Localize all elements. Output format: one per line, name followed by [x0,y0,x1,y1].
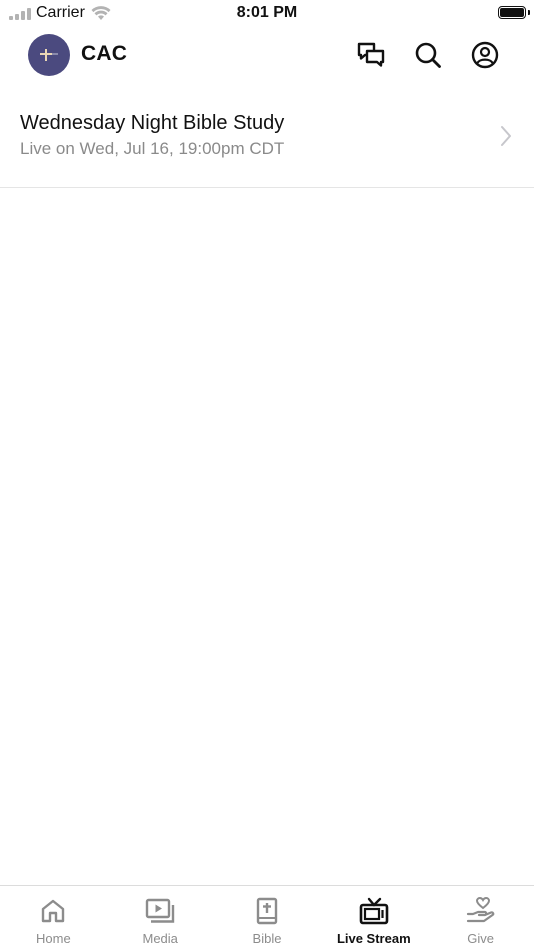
status-bar: Carrier 8:01 PM [0,0,534,28]
tab-label-media: Media [142,931,178,946]
battery-cap [528,10,530,15]
live-stream-screen: Carrier 8:01 PM CAC Wednesday Night Bibl… [0,0,534,950]
tab-label-bible: Bible [252,931,282,946]
bible-icon [255,896,279,926]
tab-label-give: Give [467,931,494,946]
tab-media[interactable]: Media [107,886,214,950]
home-icon [40,896,66,926]
tab-bible[interactable]: Bible [214,886,321,950]
stream-schedule: Live on Wed, Jul 16, 19:00pm CDT [20,139,285,158]
cross-icon [40,49,58,61]
profile-icon[interactable] [470,40,500,70]
stream-title: Wednesday Night Bible Study [20,112,285,134]
battery-icon [498,6,526,19]
tab-label-home: Home [36,931,71,946]
chevron-right-icon [500,125,512,152]
tab-label-live-stream: Live Stream [336,931,411,946]
media-icon [145,896,175,926]
app-header: CAC [0,28,534,84]
live-stream-item[interactable]: Wednesday Night Bible Study Live on Wed,… [0,100,534,188]
chat-icon[interactable] [356,40,386,70]
tab-live-stream[interactable]: Live Stream [320,886,427,950]
search-icon[interactable] [413,40,443,70]
status-time: 8:01 PM [236,4,298,21]
tab-bar: Home Media Bible Live Stream Give [0,885,534,950]
tab-home[interactable]: Home [0,886,107,950]
tab-give[interactable]: Give [427,886,534,950]
tv-icon [359,896,389,926]
church-logo[interactable] [28,34,70,76]
give-icon [466,896,496,926]
app-title: CAC [81,42,128,65]
